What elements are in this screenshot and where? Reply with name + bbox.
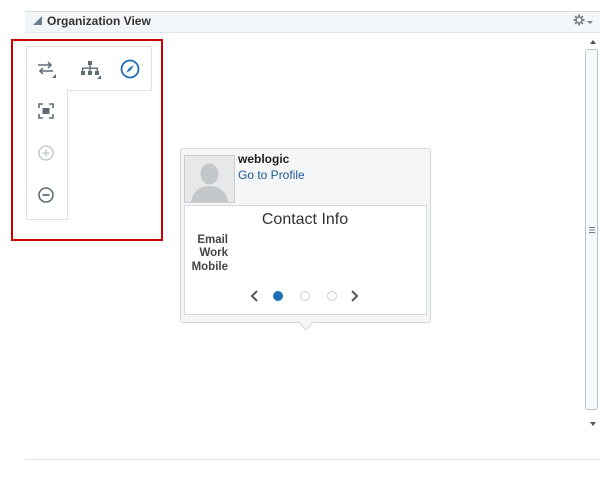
mobile-label: Mobile [191, 261, 228, 273]
avatar[interactable] [184, 155, 235, 203]
panel-title: Organization View [47, 14, 151, 28]
hierarchy-button[interactable] [78, 57, 102, 81]
scroll-up-arrow-icon[interactable] [588, 37, 598, 47]
switch-layout-button[interactable] [34, 57, 58, 81]
zoom-out-icon [38, 187, 54, 203]
contact-info-title: Contact Info [261, 211, 349, 228]
pager-dot-active[interactable] [273, 291, 283, 301]
default-user-icon [185, 156, 234, 202]
zoom-in-button[interactable] [34, 141, 58, 165]
email-label: Email [197, 234, 228, 246]
go-to-profile-link[interactable]: Go to Profile [238, 168, 305, 182]
settings-gear-icon[interactable] [572, 13, 594, 29]
switch-layout-icon [38, 61, 56, 78]
fit-to-screen-icon [38, 103, 54, 119]
pager-dot[interactable] [300, 291, 310, 301]
collapse-triangle-icon[interactable] [32, 15, 43, 26]
compass-icon [120, 59, 140, 79]
card-pointer [298, 321, 314, 331]
footer-divider [25, 459, 600, 460]
pager-dot[interactable] [327, 291, 337, 301]
person-name: weblogic [238, 152, 290, 166]
chevron-right-icon[interactable] [348, 288, 362, 304]
chevron-left-icon[interactable] [247, 288, 261, 304]
zoom-in-icon [38, 145, 54, 161]
scroll-down-arrow-icon[interactable] [588, 419, 598, 429]
compass-button[interactable] [118, 57, 142, 81]
work-label: Work [199, 247, 228, 259]
zoom-out-button[interactable] [34, 183, 58, 207]
fit-to-screen-button[interactable] [34, 99, 58, 123]
scrollbar-grip-icon [589, 227, 595, 233]
hierarchy-icon [81, 61, 101, 79]
